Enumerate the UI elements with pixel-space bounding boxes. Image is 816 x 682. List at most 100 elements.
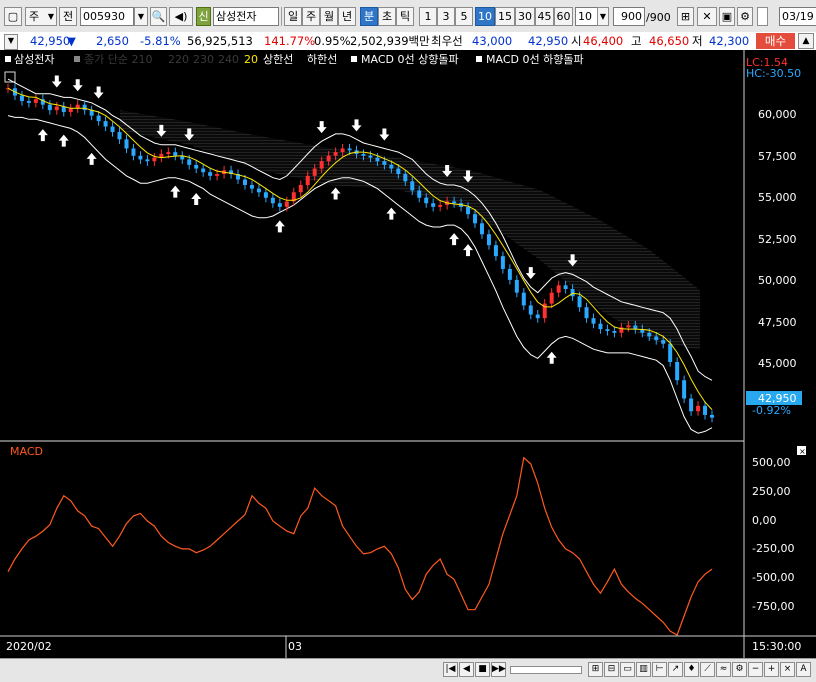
- buy-button[interactable]: 매수: [756, 33, 795, 49]
- candle: [438, 205, 443, 207]
- settings-icon[interactable]: ⚙: [732, 662, 747, 677]
- high-label: 고: [631, 34, 642, 48]
- interval-15[interactable]: 15: [495, 7, 515, 26]
- candle: [486, 234, 491, 246]
- up-arrow-icon: [330, 187, 341, 200]
- price-change: 2,650: [96, 34, 129, 48]
- scroll-next-icon[interactable]: ▶▶: [491, 662, 506, 677]
- interval-1[interactable]: 1: [419, 7, 437, 26]
- bar-chart-icon[interactable]: ▥: [636, 662, 651, 677]
- crosshair-icon[interactable]: ✕: [697, 7, 717, 26]
- best-ask: 43,000: [472, 34, 513, 48]
- legend-ma-240[interactable]: 240: [218, 53, 239, 66]
- interval-45[interactable]: 45: [535, 7, 554, 26]
- fit-icon[interactable]: ▭: [620, 662, 635, 677]
- candle: [103, 121, 108, 127]
- legend-macd-down[interactable]: MACD 0선 하향돌파: [486, 52, 584, 66]
- ruler-icon[interactable]: ⊢: [652, 662, 667, 677]
- period-year[interactable]: 년: [338, 7, 356, 26]
- zoom-in-icon[interactable]: ⊞: [588, 662, 603, 677]
- market-button[interactable]: 전: [59, 7, 77, 26]
- zoom-out-icon[interactable]: ⊟: [604, 662, 619, 677]
- stock-code-field[interactable]: 005930: [80, 7, 134, 26]
- candle: [654, 336, 659, 341]
- grid-icon[interactable]: ⊞: [677, 7, 694, 26]
- expand-icon[interactable]: ▼: [4, 34, 18, 50]
- gear-icon[interactable]: ⚙: [737, 7, 753, 26]
- period-second[interactable]: 초: [378, 7, 396, 26]
- interval-3[interactable]: 3: [437, 7, 455, 26]
- interval-dropdown-icon[interactable]: ▼: [597, 7, 609, 26]
- search-icon[interactable]: 🔍: [150, 7, 167, 26]
- time-label-mid: 03: [288, 640, 302, 653]
- candle: [424, 197, 429, 204]
- price-tick: 47,500: [758, 316, 797, 329]
- candle: [256, 188, 261, 193]
- price-chart[interactable]: 삼성전자 종가 단순 210 220 230 240 20 상한선 하한선 MA…: [0, 50, 816, 658]
- interval-60[interactable]: 60: [554, 7, 573, 26]
- candle: [689, 398, 694, 412]
- chevron-down-icon: ▼: [47, 12, 54, 21]
- minus-icon[interactable]: −: [748, 662, 763, 677]
- candle: [145, 159, 150, 162]
- period-minute[interactable]: 분: [360, 7, 378, 26]
- scroll-first-icon[interactable]: |◀: [443, 662, 458, 677]
- candle-icon[interactable]: ♦: [684, 662, 699, 677]
- trend-icon[interactable]: ↗: [668, 662, 683, 677]
- window-icon[interactable]: ▢: [4, 7, 22, 26]
- chart-area[interactable]: 삼성전자 종가 단순 210 220 230 240 20 상한선 하한선 MA…: [0, 50, 816, 658]
- up-arrow-icon: [463, 244, 474, 257]
- scroll-prev-icon[interactable]: ◀: [459, 662, 474, 677]
- checkbox[interactable]: [757, 7, 768, 26]
- candle: [312, 168, 317, 176]
- period-month[interactable]: 월: [320, 7, 338, 26]
- market-select[interactable]: 주 ▼: [25, 7, 57, 26]
- candle: [514, 279, 519, 293]
- candle: [675, 362, 680, 381]
- candle: [591, 318, 596, 324]
- legend-upper-band[interactable]: 상한선: [263, 53, 293, 66]
- candle: [152, 157, 157, 162]
- legend-ma-230[interactable]: 230: [193, 53, 214, 66]
- legend-ma[interactable]: 종가 단순 210: [84, 53, 152, 66]
- stop-icon[interactable]: ■: [475, 662, 490, 677]
- interval-10[interactable]: 10: [475, 7, 495, 26]
- legend-marker: [5, 56, 11, 62]
- interval-5[interactable]: 5: [455, 7, 473, 26]
- up-arrow-icon: [546, 351, 557, 364]
- price-tick: 55,000: [758, 191, 797, 204]
- fib-icon[interactable]: ≈: [716, 662, 731, 677]
- interval-30[interactable]: 30: [515, 7, 535, 26]
- candle: [382, 161, 387, 165]
- code-dropdown-icon[interactable]: ▼: [134, 7, 148, 26]
- macd-tick: -250,00: [752, 542, 794, 555]
- candle: [500, 256, 505, 269]
- auto-icon[interactable]: A: [796, 662, 811, 677]
- quote-bar: ▼ 42,950 ▼ 2,650 -5.81% 56,925,513 141.7…: [0, 32, 816, 51]
- close-icon[interactable]: ×: [780, 662, 795, 677]
- count-field[interactable]: 900: [613, 7, 645, 26]
- legend-macd-up[interactable]: MACD 0선 상향돌파: [361, 53, 459, 66]
- legend-ma-20[interactable]: 20: [244, 53, 258, 66]
- legend-lower-band[interactable]: 하한선: [307, 52, 337, 66]
- candle: [54, 106, 59, 111]
- candle: [82, 104, 87, 111]
- candle: [68, 108, 73, 112]
- legend-ma-220[interactable]: 220: [168, 53, 189, 66]
- candle: [47, 104, 52, 111]
- plus-icon[interactable]: +: [764, 662, 779, 677]
- candle: [124, 139, 129, 149]
- down-arrow-icon: [316, 121, 327, 134]
- period-day[interactable]: 일: [284, 7, 302, 26]
- period-week[interactable]: 주: [302, 7, 320, 26]
- date-field[interactable]: 03/19: [779, 7, 816, 26]
- scroll-track[interactable]: [510, 666, 582, 674]
- open-price: 46,400: [583, 34, 624, 48]
- collapse-icon[interactable]: ▲: [798, 33, 814, 49]
- speaker-icon[interactable]: ◀): [169, 7, 193, 26]
- line-tool-icon[interactable]: ⟋: [700, 662, 715, 677]
- candle: [19, 95, 24, 102]
- period-tick[interactable]: 틱: [396, 7, 414, 26]
- save-icon[interactable]: ▣: [719, 7, 735, 26]
- legend-stock[interactable]: 삼성전자: [14, 53, 54, 66]
